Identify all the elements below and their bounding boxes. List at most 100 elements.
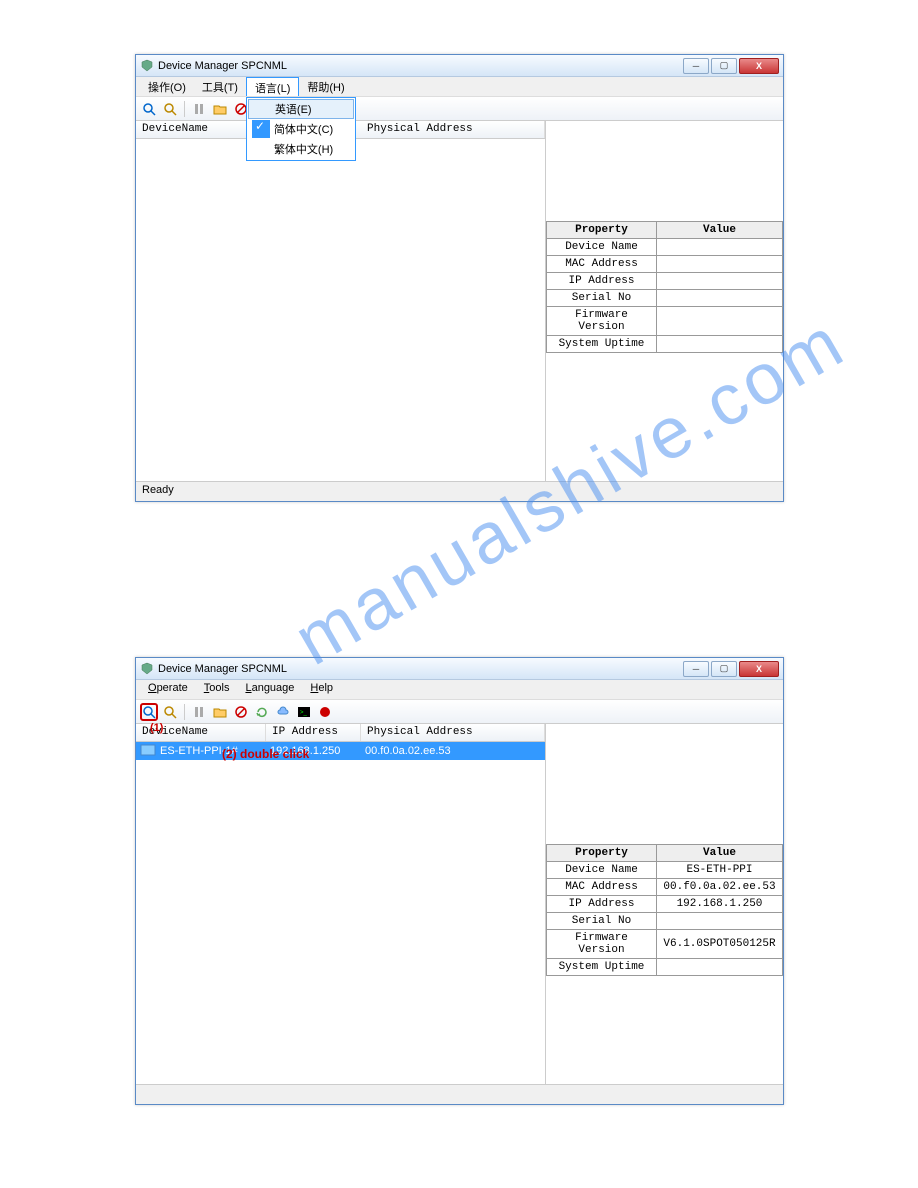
prop-mac: MAC Address [547, 256, 657, 273]
val-serial [657, 290, 783, 307]
titlebar[interactable]: Device Manager SPCNML ─ ▢ X [136, 55, 783, 77]
annotation-2: (2) double click [222, 747, 309, 761]
app-icon [140, 662, 154, 676]
statusbar: Ready [136, 481, 783, 501]
search-icon[interactable] [140, 703, 158, 721]
window-title: Device Manager SPCNML [158, 60, 683, 72]
toolbar [136, 97, 783, 121]
lang-traditional[interactable]: 繁体中文(H) [248, 139, 354, 159]
toolbar-separator [184, 704, 185, 720]
menubar: Operate Tools Language Help [136, 680, 783, 700]
menu-operate[interactable]: 操作(O) [140, 77, 194, 96]
list-header: DeviceName IP Address Physical Address [136, 724, 545, 742]
lang-traditional-label: 繁体中文(H) [274, 141, 333, 157]
val-ip [657, 273, 783, 290]
menubar: 操作(O) 工具(T) 语言(L) 英语(E) 简体中文(C) 繁体中文(H) … [136, 77, 783, 97]
menu-language[interactable]: Language [237, 680, 302, 699]
val-fw [657, 307, 783, 336]
prop-header-property: Property [547, 845, 657, 862]
col-physaddr[interactable]: Physical Address [361, 724, 545, 741]
minimize-button[interactable]: ─ [683, 58, 709, 74]
close-button[interactable]: X [739, 661, 779, 677]
menu-language[interactable]: 语言(L) 英语(E) 简体中文(C) 繁体中文(H) [246, 77, 299, 96]
device-list-panel: DeviceName IP Address Physical Address E… [136, 724, 546, 1084]
cell-phys: 00.f0.0a.02.ee.53 [363, 745, 545, 757]
val-uptime [657, 336, 783, 353]
check-icon [252, 120, 270, 138]
prop-uptime: System Uptime [547, 336, 657, 353]
val-uptime [657, 959, 783, 976]
menu-tools[interactable]: Tools [196, 680, 238, 699]
window-2: Device Manager SPCNML ─ ▢ X Operate Tool… [135, 657, 784, 1105]
col-physaddr[interactable]: Physical Address [361, 121, 545, 138]
prop-header-property: Property [547, 222, 657, 239]
search-device-icon[interactable] [161, 100, 179, 118]
language-dropdown: 英语(E) 简体中文(C) 繁体中文(H) [246, 97, 356, 161]
device-icon [138, 744, 156, 758]
annotation-1: (1) [150, 722, 163, 734]
prop-header-value: Value [657, 222, 783, 239]
device-row[interactable]: ES-ETH-PPI-1# 192.168.1.250 00.f0.0a.02.… [136, 742, 545, 760]
menu-tools-label: ools [209, 682, 229, 694]
property-panel: PropertyValue Device Name MAC Address IP… [546, 121, 783, 481]
menu-help[interactable]: 帮助(H) [299, 77, 352, 96]
refresh-icon[interactable] [253, 703, 271, 721]
menu-tools[interactable]: 工具(T) [194, 77, 246, 96]
search-icon[interactable] [140, 100, 158, 118]
window-1: Device Manager SPCNML ─ ▢ X 操作(O) 工具(T) … [135, 54, 784, 502]
folder-icon[interactable] [211, 703, 229, 721]
prop-device-name: Device Name [547, 239, 657, 256]
cloud-icon[interactable] [274, 703, 292, 721]
config-icon[interactable] [190, 100, 208, 118]
stop-icon[interactable] [232, 703, 250, 721]
lang-english-label: 英语(E) [275, 101, 312, 117]
check-placeholder [253, 100, 271, 118]
statusbar [136, 1084, 783, 1104]
prop-serial: Serial No [547, 913, 657, 930]
property-panel: PropertyValue Device NameES-ETH-PPI MAC … [546, 724, 783, 1084]
record-icon[interactable] [316, 703, 334, 721]
prop-serial: Serial No [547, 290, 657, 307]
terminal-icon[interactable]: >_ [295, 703, 313, 721]
search-device-icon[interactable] [161, 703, 179, 721]
minimize-button[interactable]: ─ [683, 661, 709, 677]
val-serial [657, 913, 783, 930]
menu-language-label: anguage [252, 682, 295, 694]
val-fw: V6.1.0SPOT050125R [657, 930, 783, 959]
prop-header-value: Value [657, 845, 783, 862]
folder-icon[interactable] [211, 100, 229, 118]
close-button[interactable]: X [739, 58, 779, 74]
val-mac: 00.f0.0a.02.ee.53 [657, 879, 783, 896]
window-title: Device Manager SPCNML [158, 663, 683, 675]
prop-ip: IP Address [547, 896, 657, 913]
property-table: PropertyValue Device NameES-ETH-PPI MAC … [546, 844, 783, 976]
check-placeholder [252, 140, 270, 158]
app-icon [140, 59, 154, 73]
prop-uptime: System Uptime [547, 959, 657, 976]
toolbar-separator [184, 101, 185, 117]
svg-text:>_: >_ [300, 710, 308, 716]
prop-fw: Firmware Version [547, 930, 657, 959]
lang-simplified-label: 简体中文(C) [274, 121, 333, 137]
menu-help-label: elp [318, 682, 333, 694]
prop-fw: Firmware Version [547, 307, 657, 336]
prop-ip: IP Address [547, 273, 657, 290]
val-device-name [657, 239, 783, 256]
lang-english[interactable]: 英语(E) [248, 99, 354, 119]
property-table: PropertyValue Device Name MAC Address IP… [546, 221, 783, 353]
titlebar[interactable]: Device Manager SPCNML ─ ▢ X [136, 658, 783, 680]
lang-simplified[interactable]: 简体中文(C) [248, 119, 354, 139]
menu-operate-label: perate [157, 682, 188, 694]
maximize-button[interactable]: ▢ [711, 58, 737, 74]
config-icon[interactable] [190, 703, 208, 721]
device-list-panel: DeviceName Physical Address [136, 121, 546, 481]
prop-device-name: Device Name [547, 862, 657, 879]
val-mac [657, 256, 783, 273]
val-ip: 192.168.1.250 [657, 896, 783, 913]
toolbar: >_ [136, 700, 783, 724]
menu-help[interactable]: Help [302, 680, 341, 699]
prop-mac: MAC Address [547, 879, 657, 896]
maximize-button[interactable]: ▢ [711, 661, 737, 677]
menu-operate[interactable]: Operate [140, 680, 196, 699]
col-ip[interactable]: IP Address [266, 724, 361, 741]
